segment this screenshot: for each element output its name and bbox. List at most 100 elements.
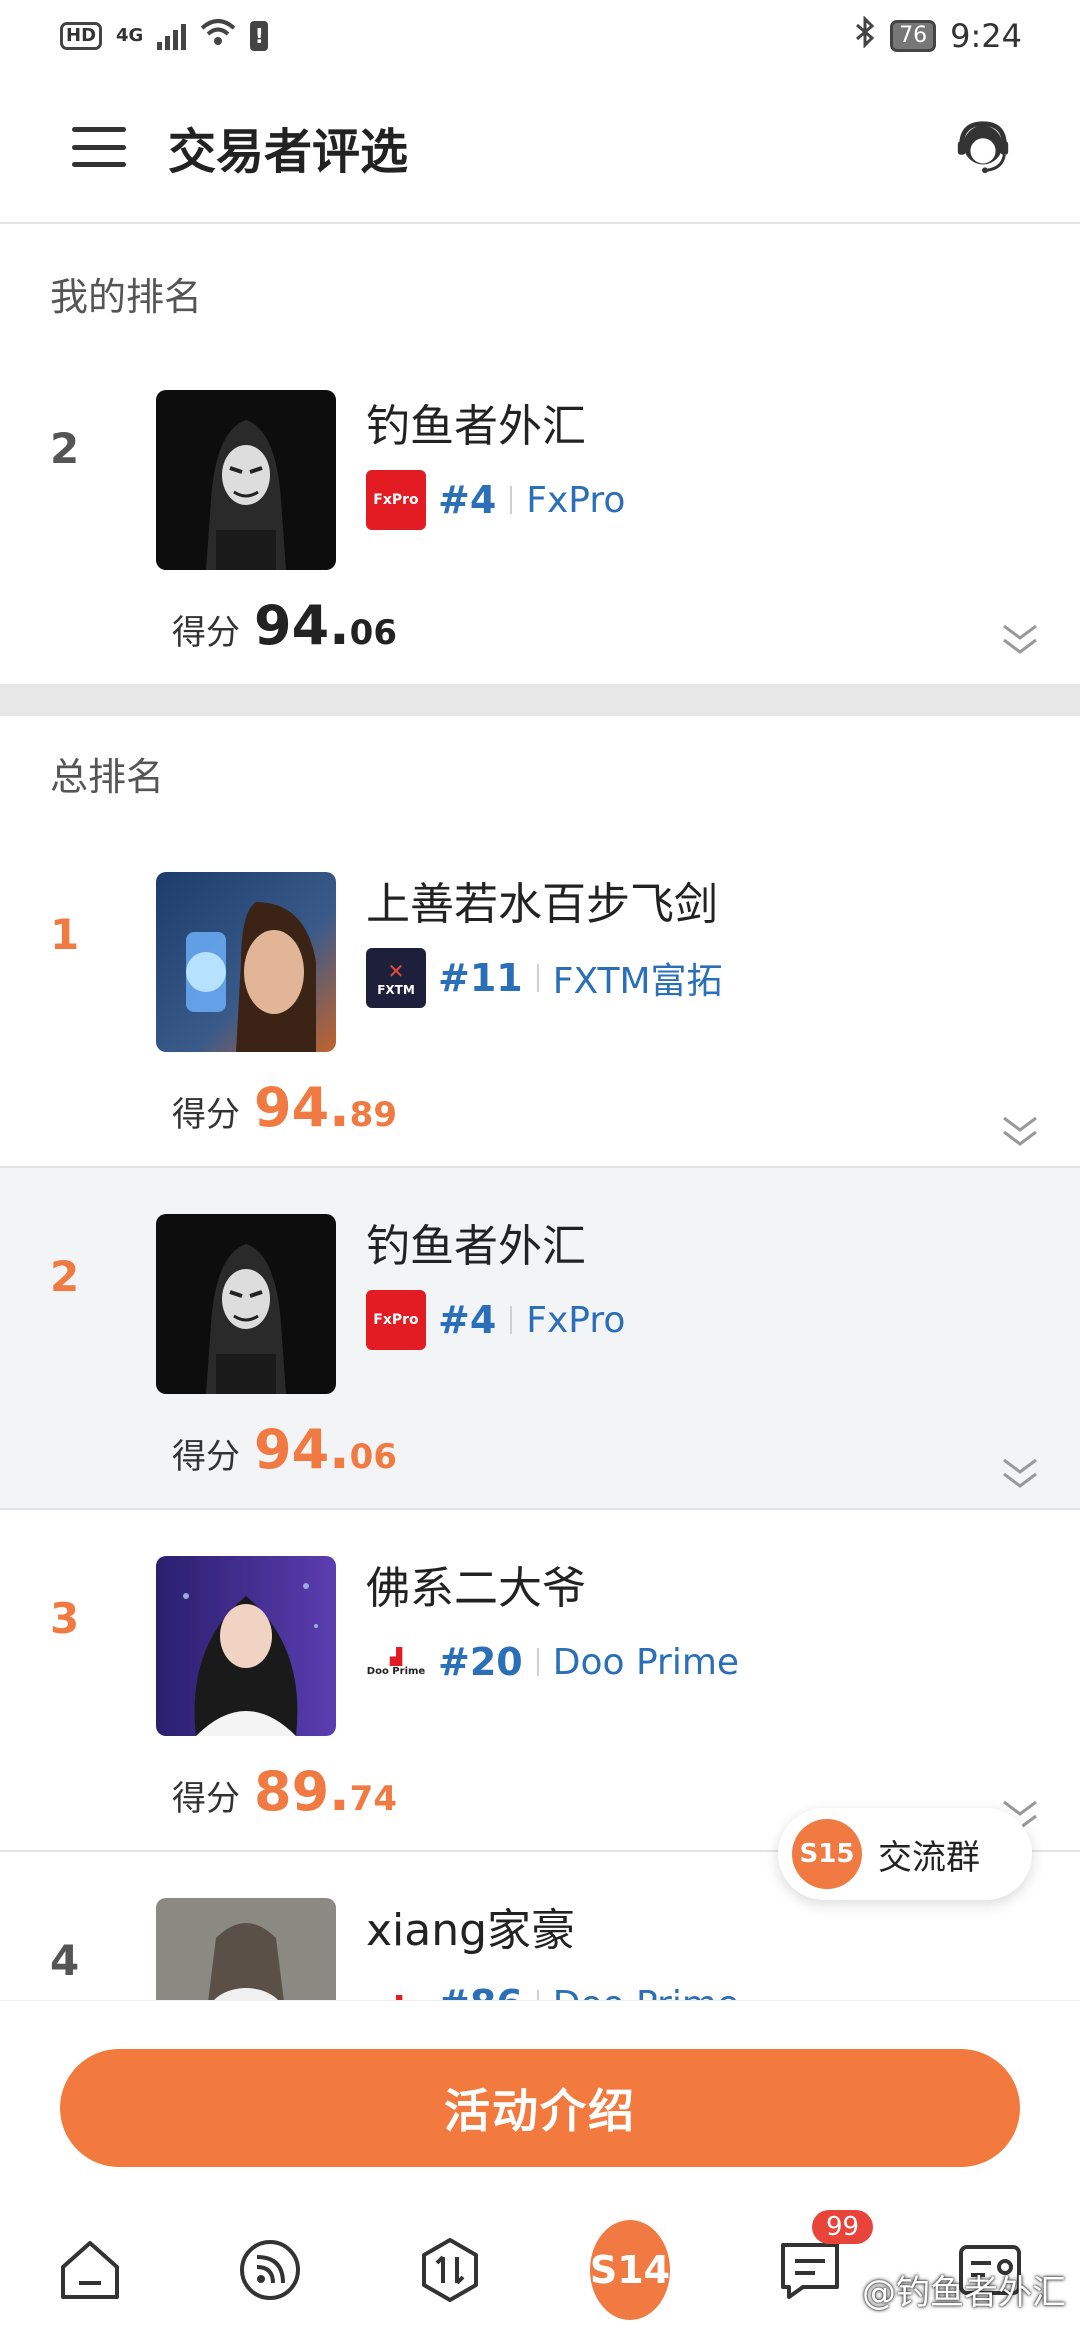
score-label: 得分 — [172, 1095, 240, 1135]
score: 得分 94. 06 — [172, 594, 397, 657]
broker-info: ▟ #86 Doo Prime — [366, 1974, 739, 2000]
ranking-row-3[interactable]: 3 佛系二大爷 ▟ Doo Prime #20 Doo Prime 得分 89. — [0, 1510, 1080, 1852]
score: 得分 94. 89 — [172, 1076, 397, 1139]
score: 得分 94. 06 — [172, 1418, 397, 1481]
broker-logo: FxPro — [366, 1290, 426, 1350]
separator — [536, 1648, 539, 1676]
clock: 9:24 — [950, 17, 1022, 55]
separator — [510, 486, 513, 514]
hd-indicator: HD — [60, 22, 103, 50]
my-ranking-section: 我的排名 2 钓鱼者外汇 FxPro #4 FxPro 得分 94. 06 — [0, 226, 1080, 684]
network-type: 4G — [116, 25, 144, 46]
cta-container: 活动介绍 — [0, 2000, 1080, 2200]
ranking-row-1[interactable]: 1 上善若水百步飞剑 ✕ FXTM #11 FXTM富拓 得分 94. 89 — [0, 826, 1080, 1168]
my-ranking-row[interactable]: 2 钓鱼者外汇 FxPro #4 FxPro 得分 94. 06 — [0, 344, 1080, 684]
avatar[interactable] — [156, 1898, 336, 2000]
broker-info: FxPro #4 FxPro — [366, 1290, 625, 1350]
tab-s14[interactable]: S14 — [589, 2220, 671, 2320]
broker-logo: ▟ — [366, 1974, 426, 2000]
rank-number: 4 — [50, 1936, 80, 1985]
broker-rank: #86 — [438, 1982, 523, 2000]
overall-ranking-title: 总排名 — [50, 755, 165, 799]
group-chat-button[interactable]: S15 交流群 — [778, 1808, 1032, 1900]
hamburger-menu-icon[interactable] — [72, 127, 126, 167]
activity-intro-button[interactable]: 活动介绍 — [60, 2049, 1020, 2167]
trader-name: 佛系二大爷 — [366, 1563, 586, 1614]
score-decimal: 06 — [349, 613, 397, 653]
signal-icon — [157, 22, 187, 50]
ranking-row-2[interactable]: 2 钓鱼者外汇 FxPro #4 FxPro 得分 94. 06 — [0, 1168, 1080, 1510]
app-header: 交易者评选 — [0, 72, 1080, 224]
broker-info: ▟ Doo Prime #20 Doo Prime — [366, 1632, 739, 1692]
score-decimal: 89 — [349, 1095, 397, 1135]
tab-messages[interactable]: 99 — [770, 2210, 874, 2310]
section-divider — [0, 684, 1080, 716]
trade-icon — [422, 2238, 478, 2302]
trader-name: 钓鱼者外汇 — [366, 401, 586, 452]
customer-support-icon[interactable] — [952, 116, 1014, 178]
separator — [536, 1990, 539, 2000]
my-ranking-title: 我的排名 — [50, 275, 203, 319]
bottom-tab-bar: S14 99 @钓鱼者外汇 — [0, 2200, 1080, 2340]
broker-logo: ✕ FXTM — [366, 948, 426, 1008]
avatar[interactable] — [156, 872, 336, 1052]
s14-icon: S14 — [589, 2220, 671, 2320]
broker-logo-text: Doo Prime — [366, 1666, 426, 1677]
battery-indicator: 76 — [890, 20, 937, 52]
broker-name[interactable]: FxPro — [526, 1300, 625, 1341]
score-label: 得分 — [172, 1779, 240, 1819]
avatar[interactable] — [156, 1214, 336, 1394]
message-icon — [781, 2243, 839, 2299]
broker-info: ✕ FXTM #11 FXTM富拓 — [366, 948, 723, 1008]
avatar[interactable] — [156, 390, 336, 570]
tab-home[interactable] — [50, 2230, 130, 2310]
broker-rank: #4 — [438, 478, 497, 522]
rank-number: 1 — [50, 910, 80, 959]
trader-name: 钓鱼者外汇 — [366, 1221, 586, 1272]
broker-rank: #11 — [438, 956, 523, 1000]
broker-logo-text: FXTM — [377, 983, 415, 997]
separator — [510, 1306, 513, 1334]
home-icon — [61, 2241, 119, 2299]
score-integer: 94. — [254, 594, 350, 657]
bluetooth-icon — [854, 15, 876, 56]
broker-info: FxPro #4 FxPro — [366, 470, 625, 530]
s15-badge: S15 — [792, 1819, 862, 1889]
chevron-down-icon[interactable] — [1000, 1454, 1040, 1494]
broker-logo: ▟ Doo Prime — [366, 1632, 426, 1692]
trader-name: xiang家豪 — [366, 1905, 576, 1956]
status-bar: HD 4G ! 76 9:24 — [0, 0, 1080, 72]
watermark: @钓鱼者外汇 — [862, 2273, 1066, 2313]
rank-number: 2 — [50, 1252, 80, 1301]
message-count-badge: 99 — [812, 2210, 874, 2244]
rank-number: 2 — [50, 424, 80, 473]
score-integer: 94. — [254, 1076, 350, 1139]
tab-feed[interactable] — [230, 2230, 310, 2310]
broker-rank: #20 — [438, 1640, 523, 1684]
avatar[interactable] — [156, 1556, 336, 1736]
trader-name: 上善若水百步飞剑 — [366, 879, 718, 930]
chevron-down-icon[interactable] — [1000, 1112, 1040, 1152]
wifi-icon — [200, 18, 236, 54]
warning-icon: ! — [250, 21, 269, 51]
broker-logo: FxPro — [366, 470, 426, 530]
broker-name[interactable]: FXTM富拓 — [553, 952, 723, 1004]
score-decimal: 06 — [349, 1437, 397, 1477]
score: 得分 89. 74 — [172, 1760, 397, 1823]
page-title: 交易者评选 — [168, 124, 409, 180]
rank-number: 3 — [50, 1594, 80, 1643]
broker-rank: #4 — [438, 1298, 497, 1342]
broker-name[interactable]: Doo Prime — [553, 1984, 739, 2001]
score-label: 得分 — [172, 1437, 240, 1477]
broker-name[interactable]: Doo Prime — [553, 1642, 739, 1683]
group-chat-label: 交流群 — [878, 1837, 980, 1878]
score-label: 得分 — [172, 613, 240, 653]
score-decimal: 74 — [349, 1779, 397, 1819]
score-integer: 89. — [254, 1760, 350, 1823]
feed-icon — [240, 2240, 300, 2300]
broker-name[interactable]: FxPro — [526, 480, 625, 521]
separator — [536, 964, 539, 992]
tab-trade[interactable] — [410, 2230, 490, 2310]
score-integer: 94. — [254, 1418, 350, 1481]
chevron-down-icon[interactable] — [1000, 620, 1040, 660]
